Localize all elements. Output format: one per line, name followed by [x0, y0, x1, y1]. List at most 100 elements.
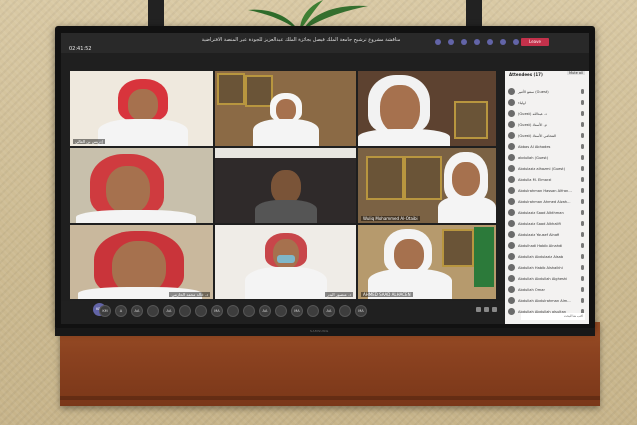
participant-row-name: Abdulla M. Elmarzi — [518, 177, 552, 182]
participant-avatar — [508, 231, 515, 238]
leave-button[interactable]: Leave — [521, 38, 549, 46]
participant-row[interactable]: Abbas Al Abhades — [508, 141, 586, 152]
mic-icon — [581, 221, 584, 226]
taskbar-avatar[interactable] — [179, 305, 191, 317]
mic-icon — [581, 111, 584, 116]
taskbar-avatar[interactable]: MA — [291, 305, 303, 317]
participant-row[interactable]: (Guest) د. عبدالله — [508, 108, 586, 119]
participant-row[interactable]: Abdulaziz Saad Alkthman — [508, 207, 586, 218]
participant-row[interactable]: (Guest) المحامي الأستاذ — [508, 130, 586, 141]
search-input[interactable]: اكتب هنا للبحث — [521, 313, 585, 320]
video-tile[interactable] — [215, 71, 356, 146]
participants-icon[interactable] — [435, 39, 441, 45]
participant-row-name: abdullah (Guest) — [518, 155, 549, 160]
participant-row[interactable]: abdullah (Guest) — [508, 152, 586, 163]
participant-face — [380, 85, 420, 133]
participant-row[interactable]: سمو الأمير (Guest) — [508, 86, 586, 97]
participants-list: سمو الأمير (Guest) اولياء (Guest) د. عبدال… — [508, 86, 586, 317]
taskbar-avatar[interactable] — [195, 305, 207, 317]
video-tile[interactable] — [215, 148, 356, 223]
participant-avatar — [508, 253, 515, 260]
battery-icon[interactable] — [492, 307, 497, 312]
video-tile[interactable]: إدريس بن العالي — [70, 71, 213, 146]
mic-icon — [581, 133, 584, 138]
mic-icon — [581, 199, 584, 204]
participant-avatar — [508, 143, 515, 150]
portrait-frame — [217, 73, 245, 105]
participant-row[interactable]: Abdulaziz Yousef Alnafi — [508, 229, 586, 240]
participant-avatar — [508, 165, 515, 172]
participant-row[interactable]: Abdullah Abdulrahman Alm... — [508, 295, 586, 306]
taskbar-avatar[interactable] — [227, 305, 239, 317]
mic-icon[interactable] — [500, 39, 506, 45]
meeting-title: مناقشة مشروع ترشيح جامعة الملك فيصل بجائ… — [201, 37, 401, 43]
network-icon[interactable] — [476, 307, 481, 312]
participant-row-name: Abdulaziz Yousef Alnafi — [518, 232, 560, 237]
taskbar-avatar[interactable] — [339, 305, 351, 317]
video-tile[interactable]: Wuliq Mohammed Al-Otaibi — [358, 148, 496, 223]
taskbar-avatar[interactable]: AA — [163, 305, 175, 317]
participant-face — [394, 239, 424, 271]
participant-row[interactable]: Abdulhadi Habib Alnahdi — [508, 240, 586, 251]
taskbar-avatar[interactable]: A — [115, 305, 127, 317]
participant-avatar — [508, 242, 515, 249]
video-tile[interactable] — [358, 71, 496, 146]
taskbar-avatar[interactable]: MA — [355, 305, 367, 317]
participant-thobe — [358, 129, 450, 146]
mic-icon — [581, 188, 584, 193]
participant-avatar — [508, 198, 515, 205]
participant-thobe — [98, 119, 188, 146]
participant-row[interactable]: (Guest) م. الأستاذ — [508, 119, 586, 130]
taskbar-avatar[interactable]: AA — [259, 305, 271, 317]
video-tile[interactable] — [70, 148, 213, 223]
participant-avatar — [508, 264, 515, 271]
taskbar-avatar[interactable]: AA — [323, 305, 335, 317]
taskbar: KFU KMAAAAAMAAAMAAAMA — [61, 301, 505, 324]
meeting-title-bar: مناقشة مشروع ترشيح جامعة الملك فيصل بجائ… — [61, 33, 589, 53]
video-tile[interactable]: AHMED SAAD ALHACEN — [358, 225, 496, 299]
participant-row-name: Abdullah Omar — [518, 287, 545, 292]
participant-row[interactable]: Abdulla M. Elmarzi — [508, 174, 586, 185]
taskbar-avatar[interactable] — [147, 305, 159, 317]
taskbar-avatar[interactable]: AA — [131, 305, 143, 317]
portrait-frame — [442, 229, 474, 267]
share-icon[interactable] — [513, 39, 519, 45]
participant-avatar — [508, 275, 515, 282]
participant-thobe — [253, 119, 319, 146]
participant-row[interactable]: Abdulrahman Hassan Alfran... — [508, 185, 586, 196]
participant-row[interactable]: Abdulaziz Saad Alkhalifi — [508, 218, 586, 229]
mute-all-button[interactable]: Mute all — [567, 71, 585, 75]
participant-avatar — [508, 187, 515, 194]
participant-face — [273, 239, 299, 269]
mic-icon — [581, 144, 584, 149]
participant-avatar — [508, 132, 515, 139]
mic-icon — [581, 122, 584, 127]
taskbar-avatar[interactable] — [275, 305, 287, 317]
taskbar-avatar[interactable] — [243, 305, 255, 317]
system-tray — [476, 307, 497, 312]
portrait-frame — [245, 75, 273, 107]
participant-face — [276, 99, 296, 121]
participant-row[interactable]: Abdullah Habib Alshaikhi — [508, 262, 586, 273]
video-tile[interactable]: د. خالد محمد الحازمي — [70, 225, 213, 299]
participant-row[interactable]: Abdullah Abdulaziz Alsab — [508, 251, 586, 262]
chat-icon[interactable] — [448, 39, 454, 45]
participant-row[interactable]: اولياء — [508, 97, 586, 108]
participant-row[interactable]: Abdullah Abdullah Algheshi — [508, 273, 586, 284]
taskbar-avatar[interactable]: KM — [99, 305, 111, 317]
participants-header: Attendees (17) — [509, 72, 543, 77]
participant-row[interactable]: Abdulaziz alhazmi (Guest) — [508, 163, 586, 174]
participant-row[interactable]: Abdulrahman Ahmed Alzah... — [508, 196, 586, 207]
participant-row[interactable]: Abdullah Omar — [508, 284, 586, 295]
video-tile[interactable]: د. منصور البدر — [215, 225, 356, 299]
camera-icon[interactable] — [487, 39, 493, 45]
taskbar-avatar[interactable] — [307, 305, 319, 317]
volume-icon[interactable] — [484, 307, 489, 312]
participant-row-name: Abdullah Abdullah Algheshi — [518, 276, 568, 281]
taskbar-avatars: KM A AA AA MA AA MA AA MA — [99, 305, 367, 317]
reaction-icon[interactable] — [461, 39, 467, 45]
participant-row-name: Abdulhadi Habib Alnahdi — [518, 243, 563, 248]
taskbar-avatar[interactable]: MA — [211, 305, 223, 317]
participant-name: د. منصور البدر — [325, 292, 353, 297]
more-options-icon[interactable] — [474, 39, 480, 45]
